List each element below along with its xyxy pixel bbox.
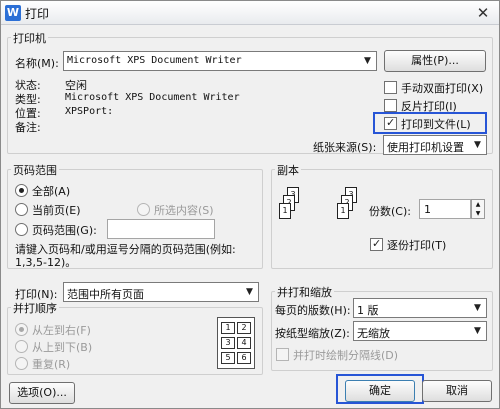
range-pages-label[interactable]: 页码范围(G): xyxy=(32,222,97,238)
range-selection-label[interactable]: 所选内容(S) xyxy=(154,202,214,218)
wps-app-icon: W xyxy=(5,5,21,21)
range-current-radio[interactable] xyxy=(15,203,28,216)
order-top-bottom-label[interactable]: 从上到下(B) xyxy=(32,339,92,355)
chevron-down-icon: ▼ xyxy=(474,303,481,313)
order-top-bottom-radio[interactable] xyxy=(15,340,28,353)
ok-button[interactable]: 确定 xyxy=(345,380,415,402)
collate-label[interactable]: 逐份打印(T) xyxy=(387,237,446,253)
order-repeat-label[interactable]: 重复(R) xyxy=(32,356,70,372)
options-button[interactable]: 选项(O)... xyxy=(9,382,75,404)
chevron-down-icon: ▼ xyxy=(246,287,253,297)
print-what-value: 范围中所有页面 xyxy=(67,288,144,301)
order-left-right-radio[interactable] xyxy=(15,323,28,336)
range-hint-line2: 1,3,5-12)。 xyxy=(15,256,77,269)
page-icon: 1 xyxy=(337,203,349,219)
grid-cell: 1 xyxy=(221,322,235,334)
order-repeat-radio[interactable] xyxy=(15,357,28,370)
chevron-down-icon: ▼ xyxy=(474,326,481,336)
page-range-input[interactable] xyxy=(107,219,215,239)
properties-button[interactable]: 属性(P)... xyxy=(384,50,486,72)
range-all-label[interactable]: 全部(A) xyxy=(32,183,70,199)
spin-down-icon[interactable]: ▼ xyxy=(472,209,484,218)
collate-checkbox[interactable] xyxy=(370,237,383,251)
print-to-file-label[interactable]: 打印到文件(L) xyxy=(401,116,471,132)
scale-select[interactable]: 无缩放 ▼ xyxy=(353,321,487,341)
printer-group-label: 打印机 xyxy=(11,30,48,46)
pages-per-sheet-select[interactable]: 1 版 ▼ xyxy=(353,298,487,318)
page-icon: 1 xyxy=(279,203,291,219)
range-pages-radio[interactable] xyxy=(15,223,28,236)
copies-count-label: 份数(C): xyxy=(369,205,411,218)
manual-duplex-label[interactable]: 手动双面打印(X) xyxy=(401,80,483,96)
spin-up-icon[interactable]: ▲ xyxy=(472,200,484,209)
paper-source-label: 纸张来源(S): xyxy=(313,141,377,154)
chevron-down-icon: ▼ xyxy=(364,56,371,66)
chevron-down-icon: ▼ xyxy=(474,140,481,150)
copies-spinner[interactable]: ▲ ▼ xyxy=(471,199,485,219)
grid-cell: 5 xyxy=(221,352,235,364)
printer-name-select[interactable]: Microsoft XPS Document Writer ▼ xyxy=(63,51,377,71)
grid-cell: 2 xyxy=(237,322,251,334)
printer-name-value: Microsoft XPS Document Writer xyxy=(67,55,242,66)
range-selection-radio[interactable] xyxy=(137,203,150,216)
print-to-file-checkbox[interactable] xyxy=(384,116,397,130)
close-icon[interactable]: ✕ xyxy=(473,3,493,23)
copies-count-value: 1 xyxy=(424,203,431,216)
grid-cell: 6 xyxy=(237,352,251,364)
reverse-print-checkbox[interactable] xyxy=(384,99,397,112)
scale-value: 无缩放 xyxy=(357,327,390,340)
copies-illustration: 3 2 1 3 2 1 xyxy=(279,187,367,249)
pages-per-sheet-label: 每页的版数(H): xyxy=(275,304,351,317)
paper-source-select[interactable]: 使用打印机设置 ▼ xyxy=(383,135,487,155)
location-value: XPSPort: xyxy=(65,106,114,117)
print-dialog: W 打印 ✕ 打印机 名称(M): Microsoft XPS Document… xyxy=(0,0,500,409)
range-all-radio[interactable] xyxy=(15,184,28,197)
title-bar: W 打印 ✕ xyxy=(1,1,499,25)
zoom-group-label: 并打和缩放 xyxy=(275,284,334,300)
copies-count-input[interactable]: 1 xyxy=(419,199,471,219)
draw-divider-label[interactable]: 并打时绘制分隔线(D) xyxy=(293,347,398,363)
grid-cell: 3 xyxy=(221,337,235,349)
printer-name-label: 名称(M): xyxy=(15,57,59,70)
window-title: 打印 xyxy=(25,7,50,21)
scale-label: 按纸型缩放(Z): xyxy=(275,327,350,340)
print-what-select[interactable]: 范围中所有页面 ▼ xyxy=(63,282,259,302)
manual-duplex-checkbox[interactable] xyxy=(384,81,397,94)
range-current-label[interactable]: 当前页(E) xyxy=(32,202,81,218)
order-group-label: 并打顺序 xyxy=(11,300,59,316)
draw-divider-checkbox[interactable] xyxy=(276,348,289,361)
pages-per-sheet-value: 1 版 xyxy=(357,304,379,317)
page-range-group-label: 页码范围 xyxy=(11,162,59,178)
type-value: Microsoft XPS Document Writer xyxy=(65,92,240,103)
comment-label: 备注: xyxy=(15,121,41,134)
paper-source-value: 使用打印机设置 xyxy=(387,141,464,154)
grid-cell: 4 xyxy=(237,337,251,349)
cancel-button[interactable]: 取消 xyxy=(422,380,492,402)
order-left-right-label[interactable]: 从左到右(F) xyxy=(32,322,91,338)
status-value: 空闲 xyxy=(65,79,87,92)
order-grid-preview: 1 2 3 4 5 6 xyxy=(217,317,255,369)
copies-group-label: 副本 xyxy=(275,162,301,178)
